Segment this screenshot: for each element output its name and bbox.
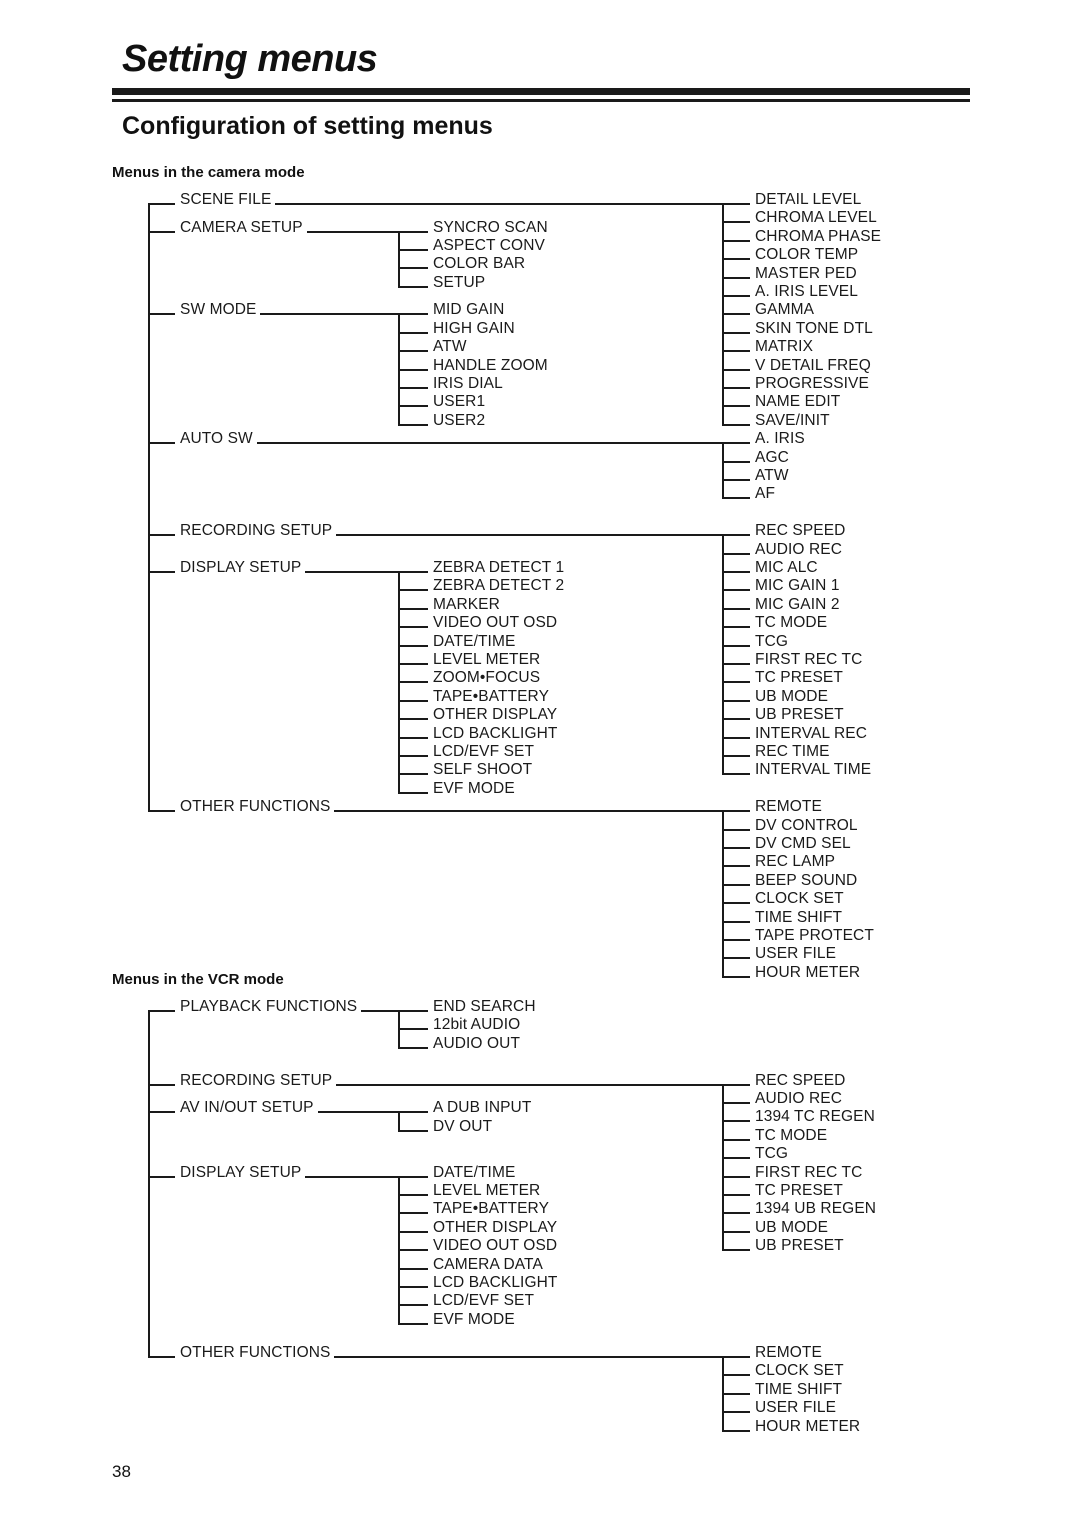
menu-group-label: AV IN/OUT SETUP <box>180 1099 314 1117</box>
menu-item-label: 12bit AUDIO <box>433 1016 521 1034</box>
menu-item-label: DV OUT <box>433 1117 493 1135</box>
tree-connector <box>722 1355 750 1358</box>
menu-item-label: END SEARCH <box>433 998 536 1015</box>
tree-connector <box>722 1411 750 1414</box>
tree-connector <box>398 1129 428 1132</box>
menu-item-label: LCD/EVF SET <box>433 1292 535 1310</box>
menu-group-label: RECORDING SETUP <box>180 1071 333 1089</box>
menu-item-label: UB PRESET <box>755 1237 844 1255</box>
menu-item-label: TIME SHIFT <box>755 1380 843 1398</box>
tree-connector <box>334 1355 724 1358</box>
tree-connector <box>722 1212 750 1215</box>
tree-connector <box>148 1175 175 1178</box>
tree-connector <box>722 1429 750 1432</box>
tree-branch-spine <box>398 1111 400 1130</box>
menu-item-label: TCG <box>755 1145 789 1163</box>
menu-item-label: HOUR METER <box>755 1417 861 1435</box>
tree-connector <box>148 1355 175 1358</box>
menu-item-label: AUDIO OUT <box>433 1034 521 1052</box>
tree-connector <box>398 1249 428 1252</box>
tree-connector <box>148 1111 175 1114</box>
menu-item-label: 1394 UB REGEN <box>755 1200 877 1218</box>
menu-item-label: USER FILE <box>755 1399 837 1417</box>
tree-connector <box>398 1322 428 1325</box>
tree-connector <box>398 1194 428 1196</box>
tree-connector <box>398 1230 428 1233</box>
tree-connector <box>722 1392 750 1395</box>
tree-connector <box>398 1175 428 1178</box>
tree-connector <box>722 1230 750 1233</box>
vcr-mode-menu-tree: PLAYBACK FUNCTIONS END SEARCH 12bit AUDIO A… <box>0 0 1080 1526</box>
tree-connector <box>398 1267 428 1270</box>
menu-group-label: OTHER FUNCTIONS <box>180 1343 331 1361</box>
menu-item-label: REMOTE <box>755 1343 822 1361</box>
tree-connector <box>722 1194 750 1196</box>
tree-connector <box>722 1083 750 1086</box>
tree-connector <box>398 1286 428 1288</box>
tree-connector <box>398 1304 428 1307</box>
tree-connector <box>722 1249 750 1252</box>
menu-item-label: CLOCK SET <box>755 1362 844 1380</box>
menu-item-label: AUDIO REC <box>755 1090 843 1107</box>
menu-item-label: 1394 TC REGEN <box>755 1108 875 1126</box>
menu-item-label: UB MODE <box>755 1218 829 1236</box>
menu-item-label: REC SPEED <box>755 1071 846 1089</box>
menu-item-label: CAMERA DATA <box>433 1255 543 1273</box>
menu-item-label: FIRST REC TC <box>755 1163 863 1181</box>
menu-group-label: PLAYBACK FUNCTIONS <box>180 998 358 1015</box>
page-number: 38 <box>112 1462 131 1481</box>
tree-connector <box>148 1010 175 1012</box>
menu-item-label: TC PRESET <box>755 1182 843 1199</box>
tree-connector <box>305 1175 400 1178</box>
tree-connector <box>148 1083 175 1086</box>
tree-connector <box>398 1028 428 1031</box>
tree-root-spine <box>148 1010 150 1356</box>
tree-connector <box>398 1046 428 1049</box>
tree-connector <box>722 1102 750 1104</box>
tree-connector <box>398 1010 428 1012</box>
tree-connector <box>722 1175 750 1178</box>
tree-connector <box>722 1120 750 1123</box>
menu-item-label: LEVEL METER <box>433 1182 541 1199</box>
menu-item-label: VIDEO OUT OSD <box>433 1237 558 1255</box>
tree-branch-spine <box>722 1083 724 1250</box>
tree-connector <box>722 1374 750 1377</box>
tree-connector <box>722 1157 750 1160</box>
menu-item-label: DATE/TIME <box>433 1163 516 1181</box>
tree-connector <box>722 1138 750 1141</box>
tree-connector <box>317 1111 400 1114</box>
tree-connector <box>398 1212 428 1215</box>
menu-item-label: LCD BACKLIGHT <box>433 1274 558 1291</box>
tree-connector <box>336 1083 724 1086</box>
menu-group-label: DISPLAY SETUP <box>180 1163 302 1181</box>
tree-connector <box>361 1010 400 1012</box>
menu-item-label: EVF MODE <box>433 1310 515 1328</box>
menu-item-label: A DUB INPUT <box>433 1099 532 1117</box>
menu-item-label: TC MODE <box>755 1126 828 1144</box>
tree-connector <box>398 1111 428 1114</box>
menu-item-label: OTHER DISPLAY <box>433 1218 558 1236</box>
menu-item-label: TAPE•BATTERY <box>433 1200 550 1218</box>
